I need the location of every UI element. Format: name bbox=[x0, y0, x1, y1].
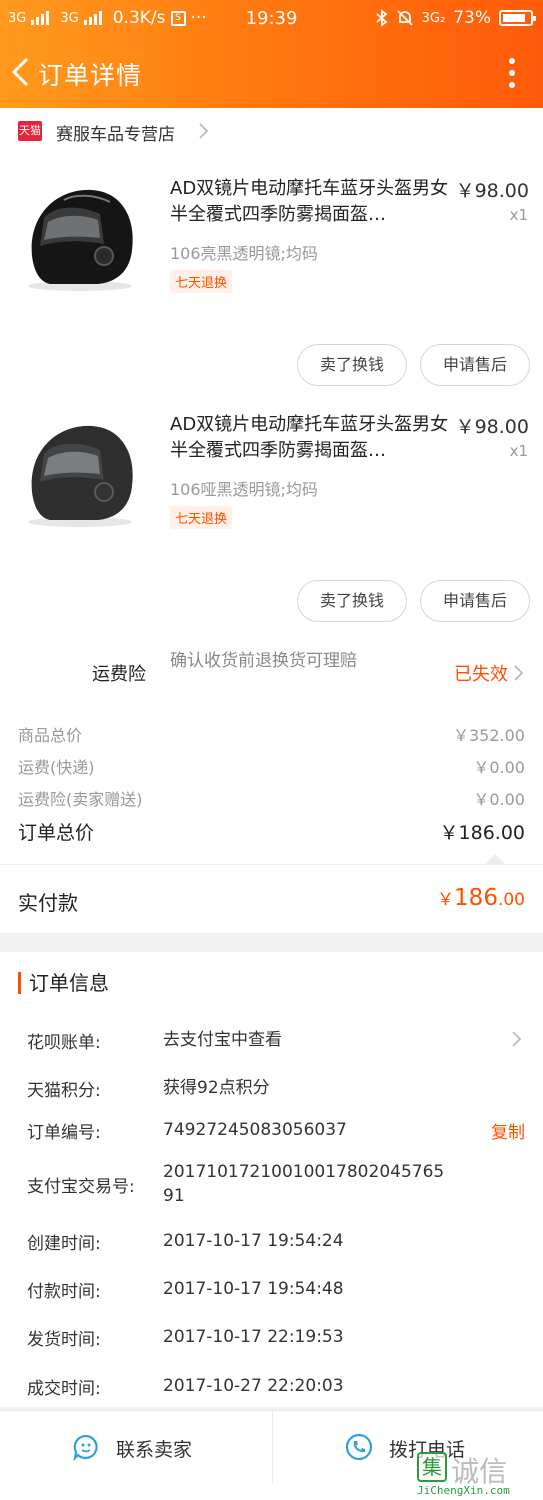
contact-seller-label: 联系卖家 bbox=[116, 1439, 193, 1461]
caret-up-icon bbox=[485, 854, 505, 864]
chevron-right-icon bbox=[512, 1031, 522, 1047]
shipped-time-value: 2017-10-17 22:19:53 bbox=[163, 1327, 344, 1347]
closed-time-value: 2017-10-27 22:20:03 bbox=[163, 1376, 344, 1396]
paid-time-label: 付款时间: bbox=[27, 1282, 101, 1302]
paid-time-value: 2017-10-17 19:54:48 bbox=[163, 1279, 344, 1299]
alipay-trade-value: 2017101721001001780204576591 bbox=[163, 1162, 445, 1206]
payment-decimal: .00 bbox=[497, 890, 525, 910]
battery-percent: 73% bbox=[453, 8, 491, 28]
product-item[interactable]: AD双镜片电动摩托车蓝牙头盔男女半全覆式四季防雾揭面盔… ￥98.00 x1 1… bbox=[0, 154, 543, 390]
product-title[interactable]: AD双镜片电动摩托车蓝牙头盔男女半全覆式四季防雾揭面盔… bbox=[170, 176, 450, 228]
order-number-value: 74927245083056037 bbox=[163, 1120, 347, 1140]
more-menu-icon[interactable] bbox=[509, 58, 517, 88]
order-card: 天猫 赛服车品专营店 AD双镜片电动摩托车蓝牙头盔男女半全覆式四季防雾揭面盔… … bbox=[0, 108, 543, 933]
product-sku: 106亮黑透明镜;均码 bbox=[170, 244, 318, 263]
shipping-fee-label: 运费(快递) bbox=[18, 758, 95, 777]
order-total-row: 订单总价 ￥186.00 bbox=[0, 818, 543, 844]
insurance-status[interactable]: 已失效 bbox=[454, 660, 508, 686]
nav-bar: 订单详情 bbox=[0, 38, 543, 108]
tmall-badge: 天猫 bbox=[18, 121, 42, 141]
order-info-section: 订单信息 花呗账单: 去支付宝中查看 天猫积分: 获得92点积分 订单编号: 7… bbox=[0, 952, 543, 1407]
resell-button[interactable]: 卖了换钱 bbox=[297, 580, 407, 622]
after-sales-button[interactable]: 申请售后 bbox=[420, 580, 530, 622]
shipping-fee-value: ￥0.00 bbox=[473, 758, 525, 777]
resell-button[interactable]: 卖了换钱 bbox=[297, 344, 407, 386]
site-watermark: 集 诚信 JiChengXin.com bbox=[417, 1450, 535, 1498]
network-type-3: 3G₂ bbox=[421, 10, 446, 26]
watermark-url: JiChengXin.com bbox=[417, 1484, 510, 1497]
product-item[interactable]: AD双镜片电动摩托车蓝牙头盔男女半全覆式四季防雾揭面盔… ￥98.00 x1 1… bbox=[0, 390, 543, 626]
product-price: ￥98.00 bbox=[455, 180, 529, 202]
actual-payment-row: 实付款 ￥186.00 bbox=[0, 864, 543, 933]
huabei-value[interactable]: 去支付宝中查看 bbox=[163, 1028, 453, 1052]
back-arrow-icon[interactable] bbox=[6, 52, 36, 92]
battery-icon bbox=[499, 10, 536, 26]
huabei-label: 花呗账单: bbox=[27, 1033, 101, 1053]
app-header: 3G 3G 0.3K/s S ··· 19:39 3G₂ 73% 订单详情 bbox=[0, 0, 543, 108]
mute-bell-icon bbox=[397, 10, 413, 26]
points-value: 获得92点积分 bbox=[163, 1078, 270, 1098]
alipay-trade-label: 支付宝交易号: bbox=[27, 1177, 135, 1197]
return-policy-tag: 七天退换 bbox=[170, 506, 233, 529]
status-right: 3G₂ 73% bbox=[376, 8, 536, 28]
points-label: 天猫积分: bbox=[27, 1081, 101, 1101]
created-time-label: 创建时间: bbox=[27, 1234, 101, 1254]
phone-icon bbox=[345, 1433, 373, 1461]
product-quantity: x1 bbox=[509, 442, 528, 460]
insurance-label: 运费险 bbox=[92, 664, 146, 685]
order-info-title: 订单信息 bbox=[18, 972, 109, 994]
helmet-image[interactable] bbox=[14, 174, 144, 304]
copy-button[interactable]: 复制 bbox=[491, 1118, 525, 1143]
order-total-label: 订单总价 bbox=[18, 822, 95, 844]
goods-total-value: ￥352.00 bbox=[453, 726, 525, 745]
product-price: ￥98.00 bbox=[455, 416, 529, 438]
product-title[interactable]: AD双镜片电动摩托车蓝牙头盔男女半全覆式四季防雾揭面盔… bbox=[170, 412, 450, 464]
contact-seller-button[interactable]: 联系卖家 bbox=[0, 1411, 272, 1483]
status-bar: 3G 3G 0.3K/s S ··· 19:39 3G₂ 73% bbox=[0, 0, 543, 38]
chevron-right-icon bbox=[199, 123, 209, 139]
insurance-fee-row: 运费险(卖家赠送) ￥0.00 bbox=[0, 786, 543, 812]
chat-bubble-icon bbox=[73, 1434, 98, 1461]
watermark-logo: 集 bbox=[417, 1452, 447, 1482]
helmet-image[interactable] bbox=[14, 410, 144, 540]
order-number-label: 订单编号: bbox=[27, 1123, 101, 1143]
product-quantity: x1 bbox=[509, 206, 528, 224]
bluetooth-icon bbox=[376, 9, 388, 27]
insurance-fee-value: ￥0.00 bbox=[473, 790, 525, 809]
insurance-description: 确认收货前退换货可理赔 bbox=[170, 651, 357, 671]
actual-payment-label: 实付款 bbox=[18, 891, 78, 915]
store-name[interactable]: 赛服车品专营店 bbox=[56, 120, 175, 145]
payment-integer: 186 bbox=[454, 885, 498, 911]
order-total-value: ￥186.00 bbox=[439, 822, 525, 844]
closed-time-label: 成交时间: bbox=[27, 1379, 101, 1399]
shipped-time-label: 发货时间: bbox=[27, 1330, 101, 1350]
page-title: 订单详情 bbox=[38, 61, 143, 90]
product-sku: 106哑黑透明镜;均码 bbox=[170, 480, 318, 499]
actual-payment-value: ￥186.00 bbox=[437, 885, 525, 911]
shipping-insurance-row[interactable]: 运费险 确认收货前退换货可理赔 已失效 bbox=[0, 646, 543, 704]
goods-total-label: 商品总价 bbox=[18, 726, 83, 745]
currency-symbol: ￥ bbox=[437, 890, 455, 910]
after-sales-button[interactable]: 申请售后 bbox=[420, 344, 530, 386]
goods-total-row: 商品总价 ￥352.00 bbox=[0, 722, 543, 748]
created-time-value: 2017-10-17 19:54:24 bbox=[163, 1231, 344, 1251]
return-policy-tag: 七天退换 bbox=[170, 270, 233, 293]
insurance-fee-label: 运费险(卖家赠送) bbox=[18, 790, 143, 809]
store-row[interactable]: 天猫 赛服车品专营店 bbox=[0, 108, 543, 154]
chevron-right-icon bbox=[514, 665, 524, 681]
shipping-fee-row: 运费(快递) ￥0.00 bbox=[0, 754, 543, 780]
